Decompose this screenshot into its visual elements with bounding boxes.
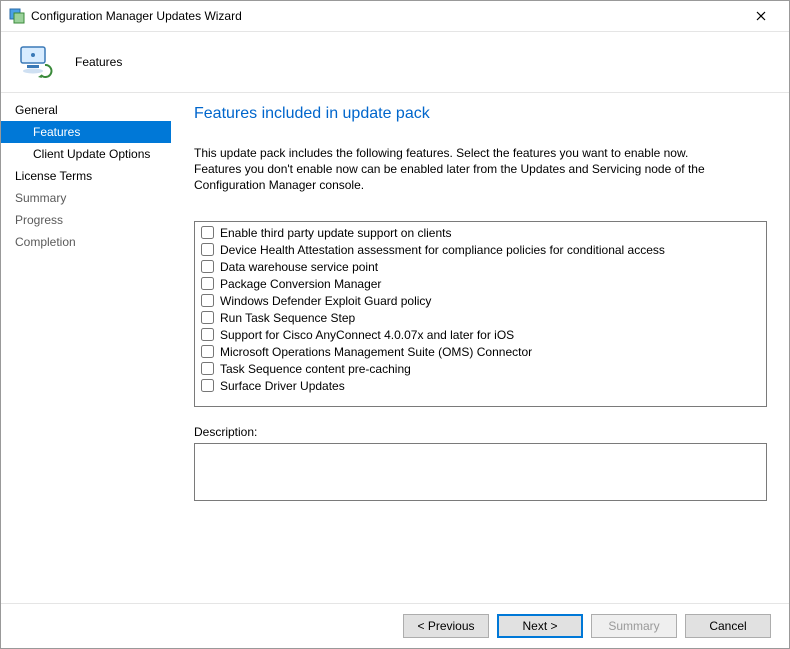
feature-label: Data warehouse service point xyxy=(220,260,378,274)
feature-label: Device Health Attestation assessment for… xyxy=(220,243,665,257)
feature-checkbox[interactable] xyxy=(201,243,214,256)
features-list[interactable]: Enable third party update support on cli… xyxy=(194,221,767,407)
feature-checkbox[interactable] xyxy=(201,226,214,239)
feature-checkbox[interactable] xyxy=(201,328,214,341)
sidebar-item[interactable]: License Terms xyxy=(1,165,171,187)
feature-row[interactable]: Data warehouse service point xyxy=(195,258,766,275)
titlebar: Configuration Manager Updates Wizard xyxy=(1,1,789,32)
feature-checkbox[interactable] xyxy=(201,345,214,358)
feature-checkbox[interactable] xyxy=(201,294,214,307)
feature-checkbox[interactable] xyxy=(201,277,214,290)
app-icon xyxy=(9,8,25,24)
wizard-icon xyxy=(15,41,57,83)
intro-line: Features you don't enable now can be ena… xyxy=(194,162,705,192)
sidebar-item[interactable]: Client Update Options xyxy=(1,143,171,165)
feature-label: Package Conversion Manager xyxy=(220,277,381,291)
sidebar: GeneralFeaturesClient Update OptionsLice… xyxy=(1,93,172,603)
feature-label: Windows Defender Exploit Guard policy xyxy=(220,294,431,308)
intro-line: This update pack includes the following … xyxy=(194,146,688,160)
feature-row[interactable]: Run Task Sequence Step xyxy=(195,309,766,326)
previous-button[interactable]: < Previous xyxy=(403,614,489,638)
feature-checkbox[interactable] xyxy=(201,311,214,324)
window-title: Configuration Manager Updates Wizard xyxy=(31,9,741,23)
main-heading: Features included in update pack xyxy=(194,105,767,123)
feature-row[interactable]: Device Health Attestation assessment for… xyxy=(195,241,766,258)
feature-label: Support for Cisco AnyConnect 4.0.07x and… xyxy=(220,328,514,342)
feature-row[interactable]: Surface Driver Updates xyxy=(195,377,766,394)
intro-text: This update pack includes the following … xyxy=(194,145,754,193)
feature-row[interactable]: Package Conversion Manager xyxy=(195,275,766,292)
description-label: Description: xyxy=(194,425,767,439)
wizard-window: Configuration Manager Updates Wizard Fea… xyxy=(0,0,790,649)
feature-label: Task Sequence content pre-caching xyxy=(220,362,411,376)
feature-label: Run Task Sequence Step xyxy=(220,311,355,325)
feature-row[interactable]: Support for Cisco AnyConnect 4.0.07x and… xyxy=(195,326,766,343)
wizard-body: GeneralFeaturesClient Update OptionsLice… xyxy=(1,93,789,603)
sidebar-item[interactable]: General xyxy=(1,99,171,121)
feature-row[interactable]: Enable third party update support on cli… xyxy=(195,224,766,241)
sidebar-item[interactable]: Features xyxy=(1,121,171,143)
footer: < Previous Next > Summary Cancel xyxy=(1,603,789,648)
feature-label: Microsoft Operations Management Suite (O… xyxy=(220,345,532,359)
header-band: Features xyxy=(1,32,789,93)
next-button[interactable]: Next > xyxy=(497,614,583,638)
sidebar-item[interactable]: Progress xyxy=(1,209,171,231)
feature-label: Enable third party update support on cli… xyxy=(220,226,451,240)
sidebar-item[interactable]: Completion xyxy=(1,231,171,253)
feature-checkbox[interactable] xyxy=(201,379,214,392)
feature-row[interactable]: Microsoft Operations Management Suite (O… xyxy=(195,343,766,360)
cancel-button[interactable]: Cancel xyxy=(685,614,771,638)
feature-row[interactable]: Task Sequence content pre-caching xyxy=(195,360,766,377)
description-box[interactable] xyxy=(194,443,767,501)
feature-checkbox[interactable] xyxy=(201,260,214,273)
feature-label: Surface Driver Updates xyxy=(220,379,345,393)
feature-checkbox[interactable] xyxy=(201,362,214,375)
close-button[interactable] xyxy=(741,2,781,30)
main-pane: Features included in update pack This up… xyxy=(172,93,789,603)
sidebar-item[interactable]: Summary xyxy=(1,187,171,209)
feature-row[interactable]: Windows Defender Exploit Guard policy xyxy=(195,292,766,309)
page-title: Features xyxy=(75,55,122,69)
summary-button[interactable]: Summary xyxy=(591,614,677,638)
